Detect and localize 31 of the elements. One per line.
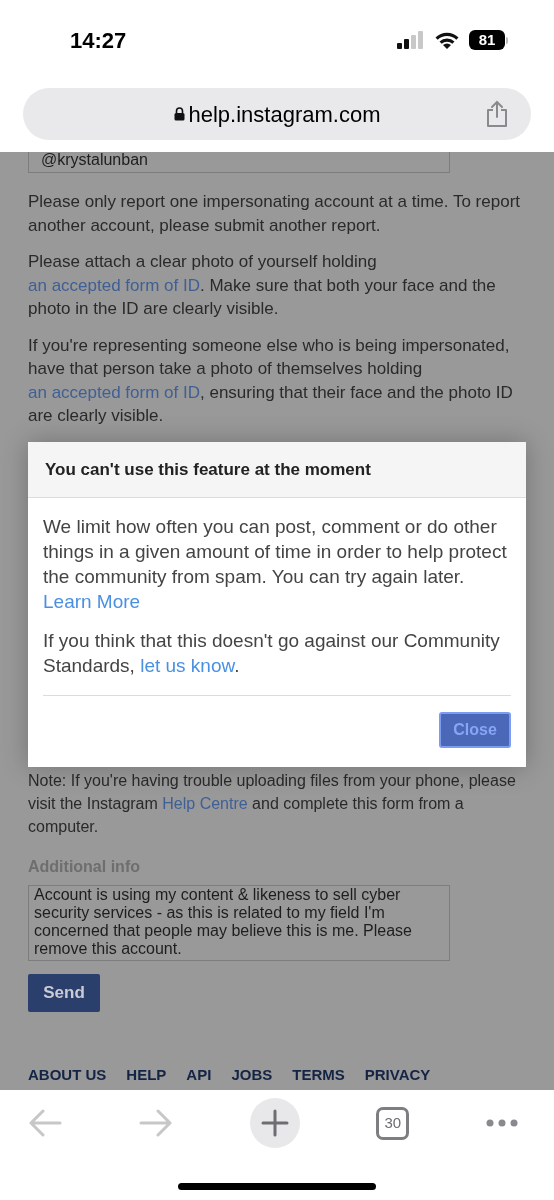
tabs-button[interactable]: 30 [376, 1106, 410, 1140]
modal-title: You can't use this feature at the moment [45, 458, 371, 481]
back-arrow-icon[interactable] [28, 1109, 62, 1137]
send-button[interactable]: Send [28, 973, 100, 1012]
footer-link[interactable]: PRIVACY [364, 1063, 431, 1086]
footer-link[interactable]: ABOUT US [28, 1063, 107, 1086]
footer-link[interactable]: JOBS [231, 1063, 273, 1086]
modal-message: If you think that this doesn't go against our Community Standards, let us know. [43, 629, 501, 678]
url-text: help.instagram.com [188, 100, 381, 129]
status-time: 14:27 [70, 26, 127, 55]
footer-link[interactable]: TERMS [292, 1063, 345, 1086]
lock-icon [173, 107, 185, 121]
username-field[interactable]: @krystalunban [28, 152, 450, 173]
more-icon[interactable] [486, 1119, 518, 1127]
share-icon[interactable] [485, 100, 509, 128]
battery-icon: 81 [469, 30, 508, 50]
paragraph: If you're representing someone else who is being impersonated, have that person take a photo of themselves holding an accepted form of ID, ensuring that their face and the photo ID are clearly visible. [28, 334, 514, 427]
wifi-icon [434, 30, 460, 50]
modal-message: We limit how often you can post, comment or do other things in a given amount of time in order to help protect the community from spam. You can try again later. Learn More [43, 515, 508, 614]
forward-arrow-icon[interactable] [138, 1109, 173, 1137]
additional-info-field[interactable]: Account is using my content & likeness to sell cyber security services - as this is related to my field I'm concerned that people may believe this is me. Please remove this account. [28, 884, 450, 961]
new-tab-button[interactable] [249, 1098, 300, 1148]
signal-icon [397, 30, 425, 50]
paragraph: Please only report one impersonating account at a time. To report another account, please submit another report. [28, 191, 522, 237]
link[interactable]: let us know [140, 655, 235, 676]
footer-link[interactable]: API [186, 1063, 212, 1086]
note-text: Note: If you're having trouble uploading files from your phone, please visit the Instagram Help Centre and complete this form from a computer. [28, 770, 517, 837]
link[interactable]: Learn More [43, 591, 141, 612]
footer-link[interactable]: HELP [126, 1063, 167, 1086]
paragraph: Please attach a clear photo of yourself holding an accepted form of ID. Make sure that both your face and the photo in the ID are clearly visible. [28, 251, 497, 320]
address-bar[interactable]: help.instagram.com [23, 88, 531, 140]
